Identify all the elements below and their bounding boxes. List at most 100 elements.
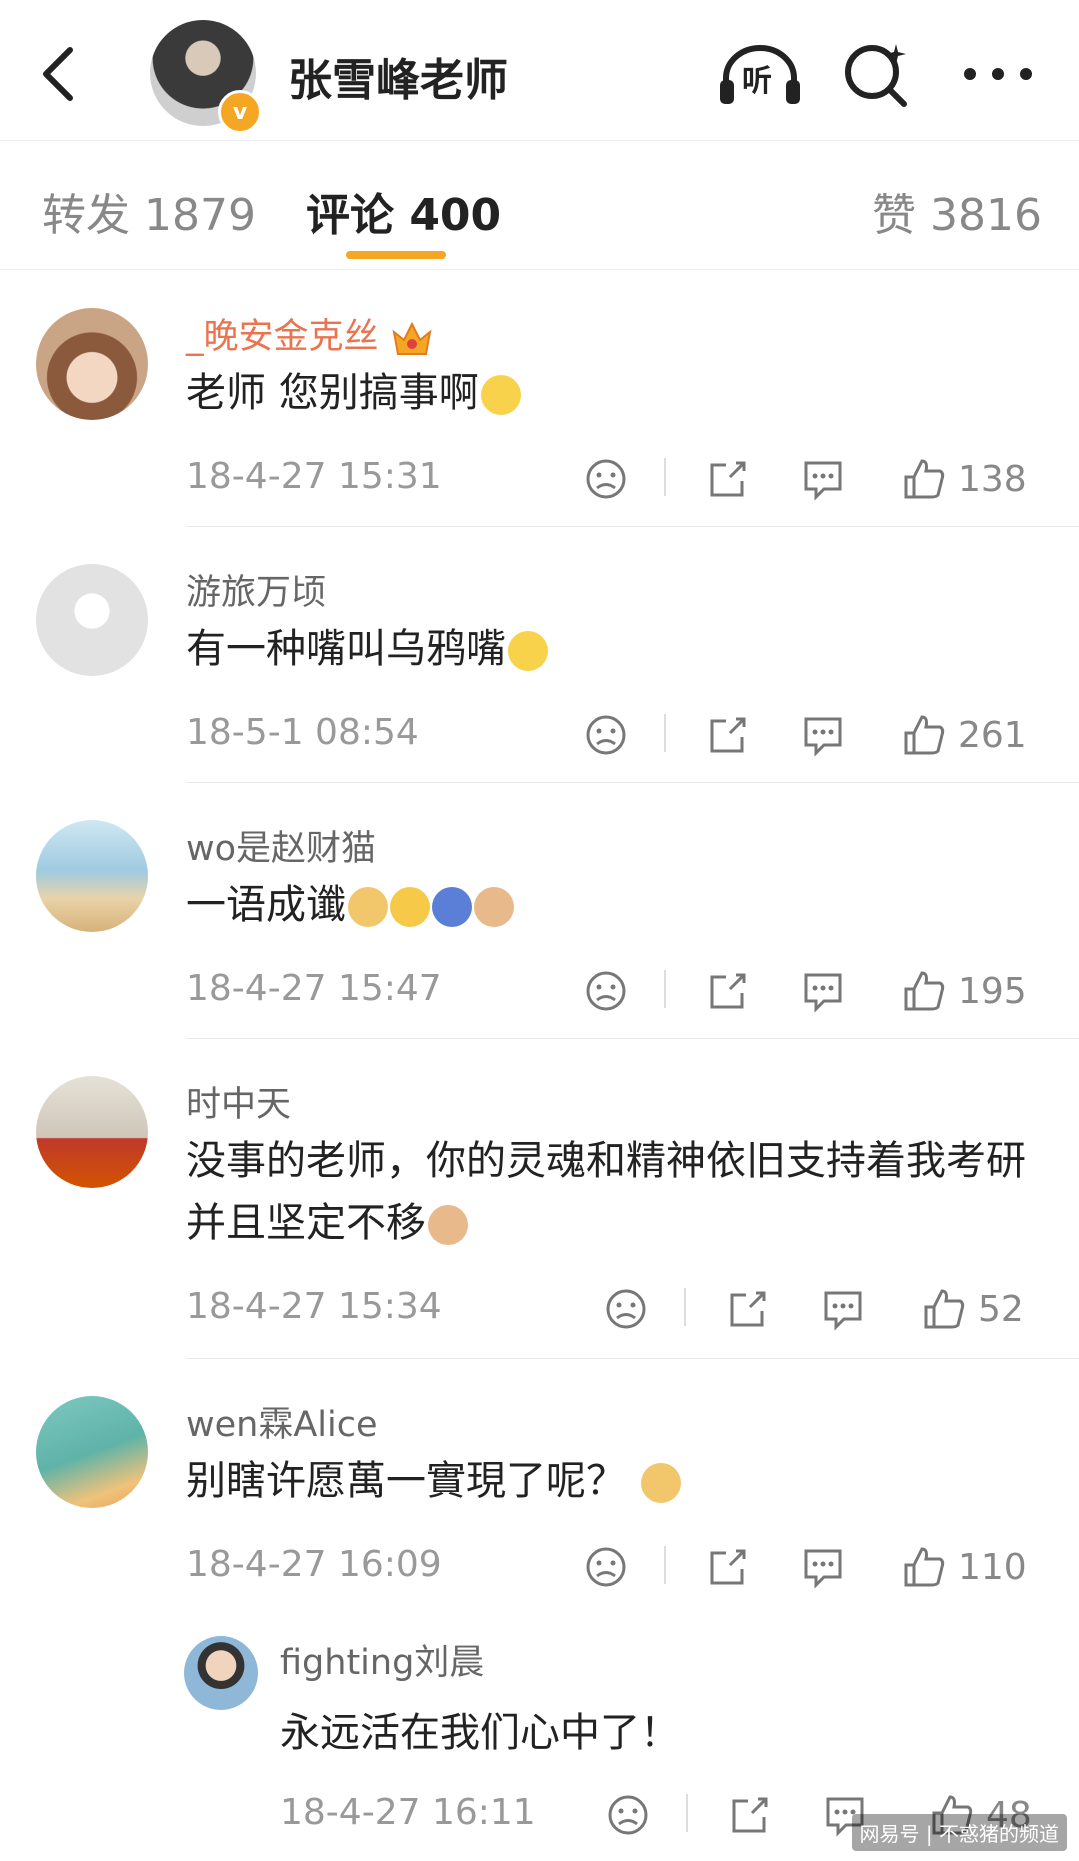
like-button[interactable]: 138 xyxy=(902,454,1027,504)
sad-face-icon xyxy=(586,971,626,1011)
dislike-button[interactable] xyxy=(584,454,628,504)
share-button[interactable] xyxy=(706,454,750,504)
dislike-button[interactable] xyxy=(584,1542,628,1592)
comment-avatar[interactable] xyxy=(36,1076,148,1188)
reply-button[interactable] xyxy=(800,1542,846,1592)
glasses-emoji-icon xyxy=(480,375,521,415)
cat-emoji-icon xyxy=(474,887,514,927)
comment-actions: 18-4-27 16:09 110 xyxy=(186,1542,1040,1592)
sad-face-icon xyxy=(586,1547,626,1587)
comment-timestamp: 18-4-27 15:34 xyxy=(186,1286,442,1327)
like-count: 110 xyxy=(958,1546,1027,1588)
reply-text: 永远活在我们心中了！ xyxy=(280,1710,680,1756)
comment-text: 老师 您别搞事啊 xyxy=(186,362,1056,424)
tab-reposts[interactable]: 转发 1879 xyxy=(42,179,256,243)
comment-bubble-icon xyxy=(804,1549,842,1589)
top-bar: v 张雪峰老师 听 xyxy=(0,0,1079,140)
share-button[interactable] xyxy=(706,966,750,1016)
username-text: _晚安金克丝 xyxy=(186,317,379,357)
action-divider xyxy=(686,1794,688,1832)
like-button[interactable]: 52 xyxy=(922,1284,1024,1334)
dislike-button[interactable] xyxy=(584,966,628,1016)
comment-divider xyxy=(186,526,1079,527)
comment-text-content: 有一种嘴叫乌鸦嘴 xyxy=(186,626,506,672)
comment-actions: 18-4-27 15:47 195 xyxy=(186,966,1040,1016)
listen-button[interactable]: 听 xyxy=(718,42,802,108)
like-button[interactable]: 195 xyxy=(902,966,1027,1016)
comment-text-content: 别瞎许愿萬一實現了呢？ xyxy=(186,1458,626,1504)
comment-avatar[interactable] xyxy=(36,1396,148,1508)
share-button[interactable] xyxy=(706,1542,750,1592)
action-divider xyxy=(664,458,666,496)
thumbs-up-icon xyxy=(904,971,945,1011)
verified-badge-icon: v xyxy=(218,90,262,134)
more-options-icon[interactable] xyxy=(958,44,1038,104)
comment-timestamp: 18-4-27 16:09 xyxy=(186,1544,442,1585)
thumbs-up-icon xyxy=(904,715,945,755)
like-button[interactable]: 261 xyxy=(902,710,1027,760)
comment-username[interactable]: wen霖Alice xyxy=(186,1396,378,1447)
comment-timestamp: 18-5-1 08:54 xyxy=(186,712,419,753)
share-icon xyxy=(710,973,746,1009)
husky-emoji-icon xyxy=(432,887,472,927)
comment-actions: 18-4-27 15:31 138 xyxy=(186,454,1040,504)
reply-timestamp: 18-4-27 16:11 xyxy=(280,1792,536,1833)
action-divider xyxy=(664,970,666,1008)
comment-avatar[interactable] xyxy=(36,564,148,676)
comment-bubble-icon xyxy=(804,973,842,1013)
thumbs-up-icon xyxy=(924,1289,965,1329)
comment-avatar[interactable] xyxy=(36,308,148,420)
comment-text: 一语成谶 xyxy=(186,874,1056,936)
comment-username[interactable]: _晚安金克丝 xyxy=(186,308,434,359)
comment-bubble-icon xyxy=(804,717,842,757)
comment-username[interactable]: 时中天 xyxy=(186,1076,291,1127)
hug-emoji-icon xyxy=(390,887,430,927)
share-icon xyxy=(730,1291,766,1327)
comment-bubble-icon xyxy=(804,461,842,501)
comment-timestamp: 18-4-27 15:31 xyxy=(186,456,442,497)
comment-text-content: 没事的老师，你的灵魂和精神依旧支持着我考研并且坚定不移 xyxy=(186,1138,1026,1246)
share-button[interactable] xyxy=(728,1790,772,1840)
search-icon[interactable] xyxy=(842,40,912,110)
like-button[interactable]: 110 xyxy=(902,1542,1027,1592)
thumbs-up-icon xyxy=(904,459,945,499)
comment-username[interactable]: wo是赵财猫 xyxy=(186,820,376,871)
comment-bubble-icon xyxy=(824,1291,862,1331)
comment-username[interactable]: 游旅万顷 xyxy=(186,564,326,615)
watermark: 网易号 | 不惑猪的频道 xyxy=(851,1814,1067,1851)
comment-avatar[interactable] xyxy=(36,820,148,932)
action-divider xyxy=(664,1546,666,1584)
share-icon xyxy=(732,1797,768,1833)
back-arrow-icon[interactable] xyxy=(36,44,80,104)
tab-comments[interactable]: 评论 400 xyxy=(306,179,501,243)
reply-button[interactable] xyxy=(800,710,846,760)
cat-emoji-icon xyxy=(428,1205,468,1245)
like-count: 195 xyxy=(958,970,1027,1012)
comment-actions: 18-5-1 08:54 261 xyxy=(186,710,1040,760)
comment-text: 别瞎许愿萬一實現了呢？ xyxy=(186,1450,1056,1512)
doge-emoji-icon xyxy=(640,1463,681,1503)
sad-face-icon xyxy=(586,459,626,499)
share-button[interactable] xyxy=(706,710,750,760)
dislike-button[interactable] xyxy=(604,1284,648,1334)
comment-divider xyxy=(186,782,1079,783)
dislike-button[interactable] xyxy=(584,710,628,760)
dislike-button[interactable] xyxy=(606,1790,650,1840)
tab-bar: 转发 1879 评论 400 赞 3816 xyxy=(0,140,1079,270)
comment-text: 没事的老师，你的灵魂和精神依旧支持着我考研并且坚定不移 xyxy=(186,1130,1046,1254)
page-title: 张雪峰老师 xyxy=(288,55,508,106)
comment-actions: 18-4-27 15:34 52 xyxy=(186,1284,1040,1334)
reply-button[interactable] xyxy=(820,1284,866,1334)
like-count: 261 xyxy=(958,714,1027,756)
share-button[interactable] xyxy=(726,1284,770,1334)
reply-button[interactable] xyxy=(800,966,846,1016)
reply-username[interactable]: fighting刘晨 xyxy=(280,1634,484,1685)
tab-likes[interactable]: 赞 3816 xyxy=(872,179,1042,243)
reply-button[interactable] xyxy=(800,454,846,504)
reply-avatar[interactable] xyxy=(184,1636,258,1710)
comment-divider xyxy=(186,1038,1079,1039)
sad-face-icon xyxy=(586,715,626,755)
active-tab-indicator xyxy=(346,251,446,259)
like-count: 52 xyxy=(978,1288,1024,1330)
like-count: 138 xyxy=(958,458,1027,500)
